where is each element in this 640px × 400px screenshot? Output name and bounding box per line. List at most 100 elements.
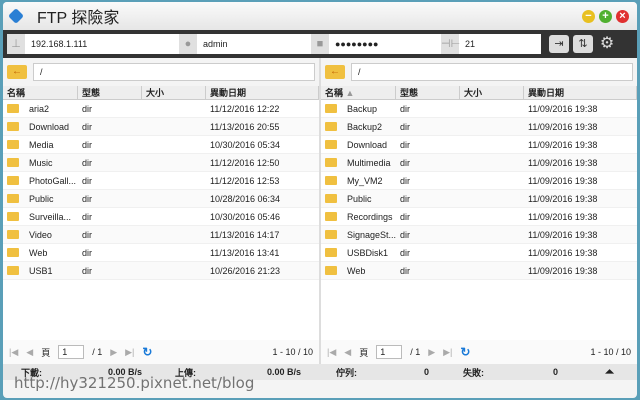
- page-input[interactable]: 1: [58, 345, 85, 359]
- file-row[interactable]: Music dir 11/12/2016 12:50: [3, 154, 319, 172]
- user-field[interactable]: ● admin: [179, 34, 311, 54]
- file-name-cell: USBDisk1: [321, 244, 396, 261]
- col-name[interactable]: 名稱: [3, 86, 78, 99]
- file-row[interactable]: Download dir 11/09/2016 19:38: [321, 136, 637, 154]
- file-modified: 11/09/2016 19:38: [528, 104, 598, 114]
- folder-icon: [7, 266, 19, 275]
- file-row[interactable]: Public dir 10/28/2016 06:34: [3, 190, 319, 208]
- file-name: Recordings: [347, 211, 393, 222]
- local-pager: |◀ ◀ 頁 1 / 1 ▶ ▶| ↻ 1 - 10 / 10: [3, 340, 319, 364]
- file-modified: 10/28/2016 06:34: [210, 194, 281, 204]
- file-row[interactable]: USBDisk1 dir 11/09/2016 19:38: [321, 244, 637, 262]
- last-page-icon[interactable]: ▶|: [125, 347, 134, 358]
- file-modified: 10/30/2016 05:34: [210, 140, 281, 150]
- maximize-button[interactable]: +: [599, 9, 612, 23]
- remote-pager: |◀ ◀ 頁 1 / 1 ▶ ▶| ↻ 1 - 10 / 10: [321, 340, 637, 364]
- file-row[interactable]: Backup dir 11/09/2016 19:38: [321, 100, 637, 118]
- file-row[interactable]: Public dir 11/09/2016 19:38: [321, 190, 637, 208]
- remote-path-input[interactable]: /: [351, 63, 633, 81]
- connect-button[interactable]: ⇥: [549, 35, 569, 53]
- last-page-icon[interactable]: ▶|: [443, 347, 452, 358]
- local-pane: ← / 名稱 型態 大小 異動日期 aria2 dir 11/12/2016 12:2…: [3, 58, 321, 364]
- folder-icon: [7, 176, 19, 185]
- first-page-icon[interactable]: |◀: [9, 347, 18, 358]
- prev-page-icon[interactable]: ◀: [344, 347, 351, 358]
- folder-icon: [325, 122, 337, 131]
- password-field[interactable]: ■ ●●●●●●●●: [311, 34, 441, 54]
- file-size: [460, 154, 524, 171]
- file-size: [142, 154, 206, 171]
- next-page-icon[interactable]: ▶: [428, 347, 435, 358]
- file-size: [142, 100, 206, 117]
- file-row[interactable]: USB1 dir 10/26/2016 21:23: [3, 262, 319, 280]
- file-name-cell: My_VM2: [321, 172, 396, 189]
- queue-label: 佇列:: [336, 367, 357, 378]
- file-name-cell: PhotoGall...: [3, 172, 78, 189]
- file-modified: 11/09/2016 19:38: [528, 176, 598, 186]
- file-row[interactable]: Recordings dir 11/09/2016 19:38: [321, 208, 637, 226]
- file-row[interactable]: PhotoGall... dir 11/12/2016 12:53: [3, 172, 319, 190]
- file-name-cell: Multimedia: [321, 154, 396, 171]
- port-field[interactable]: ⊣⊢ 21: [441, 34, 541, 54]
- col-type[interactable]: 型態: [78, 86, 142, 99]
- folder-up-icon[interactable]: ←: [325, 65, 345, 79]
- file-row[interactable]: SignageSt... dir 11/09/2016 19:38: [321, 226, 637, 244]
- file-row[interactable]: Download dir 11/13/2016 20:55: [3, 118, 319, 136]
- file-modified: 11/13/2016 13:41: [210, 248, 280, 258]
- app-title: FTP 探險家: [37, 10, 120, 27]
- file-name-cell: Download: [321, 136, 396, 153]
- close-button[interactable]: ×: [616, 9, 629, 23]
- col-name[interactable]: 名稱 ▲: [321, 86, 396, 99]
- user-icon: ●: [179, 34, 197, 54]
- col-type[interactable]: 型態: [396, 86, 460, 99]
- file-row[interactable]: Multimedia dir 11/09/2016 19:38: [321, 154, 637, 172]
- remote-table-header: 名稱 ▲ 型態 大小 異動日期: [321, 86, 637, 100]
- title-bar: FTP 探險家 − + ×: [3, 2, 637, 30]
- file-name: Music: [29, 157, 53, 168]
- file-row[interactable]: Web dir 11/09/2016 19:38: [321, 262, 637, 280]
- minimize-button[interactable]: −: [582, 9, 595, 23]
- col-modified[interactable]: 異動日期: [206, 86, 319, 99]
- transfer-button[interactable]: ⇅: [573, 35, 593, 53]
- col-modified[interactable]: 異動日期: [524, 86, 637, 99]
- settings-gear-icon[interactable]: ⚙: [597, 35, 617, 53]
- remote-pane: ← / 名稱 ▲ 型態 大小 異動日期 Backup dir 11/09/2016 1…: [321, 58, 637, 364]
- item-count: 1 - 10 / 10: [590, 347, 631, 357]
- col-size[interactable]: 大小: [142, 86, 206, 99]
- lock-icon: ■: [311, 34, 329, 54]
- file-row[interactable]: Backup2 dir 11/09/2016 19:38: [321, 118, 637, 136]
- file-row[interactable]: My_VM2 dir 11/09/2016 19:38: [321, 172, 637, 190]
- expand-up-icon[interactable]: ⏶: [605, 366, 614, 379]
- host-field[interactable]: ⊥ 192.168.1.111: [7, 34, 179, 54]
- file-row[interactable]: aria2 dir 11/12/2016 12:22: [3, 100, 319, 118]
- local-table-header: 名稱 型態 大小 異動日期: [3, 86, 319, 100]
- page-input[interactable]: 1: [376, 345, 403, 359]
- file-row[interactable]: Web dir 11/13/2016 13:41: [3, 244, 319, 262]
- local-path-input[interactable]: /: [33, 63, 315, 81]
- file-size: [460, 244, 524, 261]
- file-size: [460, 100, 524, 117]
- first-page-icon[interactable]: |◀: [327, 347, 336, 358]
- refresh-icon[interactable]: ↻: [142, 345, 152, 359]
- file-name: aria2: [29, 103, 50, 114]
- col-size[interactable]: 大小: [460, 86, 524, 99]
- refresh-icon[interactable]: ↻: [460, 345, 470, 359]
- prev-page-icon[interactable]: ◀: [26, 347, 33, 358]
- file-size: [460, 226, 524, 243]
- folder-icon: [7, 230, 19, 239]
- file-row[interactable]: Media dir 10/30/2016 05:34: [3, 136, 319, 154]
- file-modified: 11/09/2016 19:38: [528, 248, 598, 258]
- folder-up-icon[interactable]: ←: [7, 65, 27, 79]
- folder-icon: [325, 212, 337, 221]
- file-type: dir: [400, 266, 411, 276]
- file-name: Public: [347, 193, 372, 204]
- file-name: USB1: [29, 265, 53, 276]
- file-row[interactable]: Video dir 11/13/2016 14:17: [3, 226, 319, 244]
- file-row[interactable]: Surveilla... dir 10/30/2016 05:46: [3, 208, 319, 226]
- page-label: 頁: [41, 347, 51, 358]
- file-name: Public: [29, 193, 54, 204]
- file-modified: 10/30/2016 05:46: [210, 212, 281, 222]
- page-total: / 1: [410, 347, 421, 357]
- file-name-cell: USB1: [3, 262, 78, 279]
- next-page-icon[interactable]: ▶: [110, 347, 117, 358]
